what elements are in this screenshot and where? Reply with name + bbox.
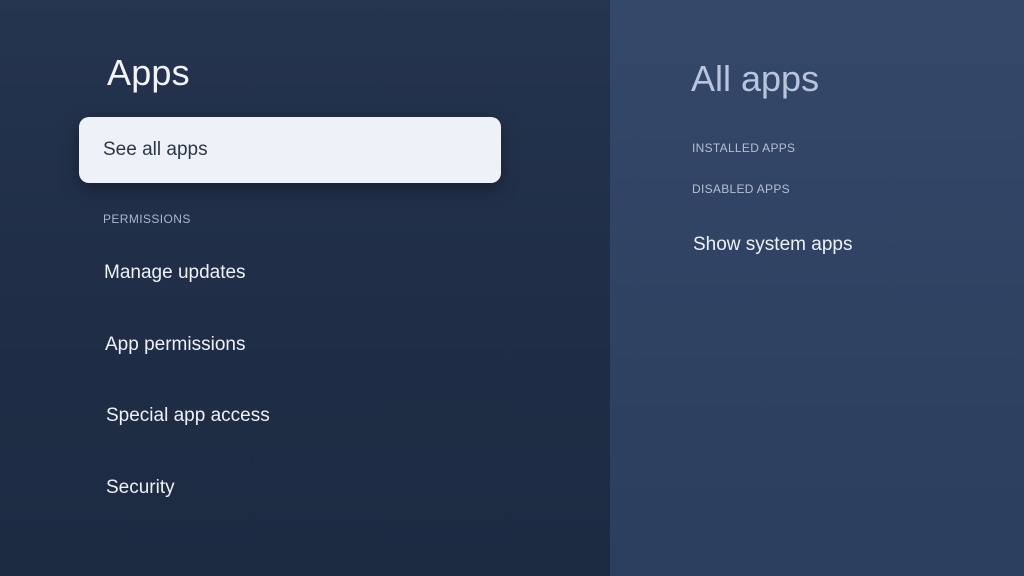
- see-all-apps-label: See all apps: [103, 139, 208, 160]
- show-system-apps-item[interactable]: Show system apps: [693, 234, 852, 256]
- app-permissions-item[interactable]: App permissions: [105, 334, 245, 356]
- special-app-access-item[interactable]: Special app access: [106, 405, 270, 427]
- settings-screen: Apps See all apps PERMISSIONS Manage upd…: [0, 0, 1024, 576]
- security-item[interactable]: Security: [106, 477, 175, 499]
- see-all-apps-item[interactable]: See all apps: [79, 117, 501, 183]
- apps-menu-panel: Apps See all apps PERMISSIONS Manage upd…: [0, 0, 610, 576]
- all-apps-title: All apps: [691, 58, 820, 99]
- page-title: Apps: [107, 52, 190, 93]
- manage-updates-item[interactable]: Manage updates: [104, 262, 246, 284]
- installed-apps-header: INSTALLED APPS: [692, 141, 796, 155]
- permissions-section-header: PERMISSIONS: [103, 212, 191, 226]
- disabled-apps-header: DISABLED APPS: [692, 182, 790, 196]
